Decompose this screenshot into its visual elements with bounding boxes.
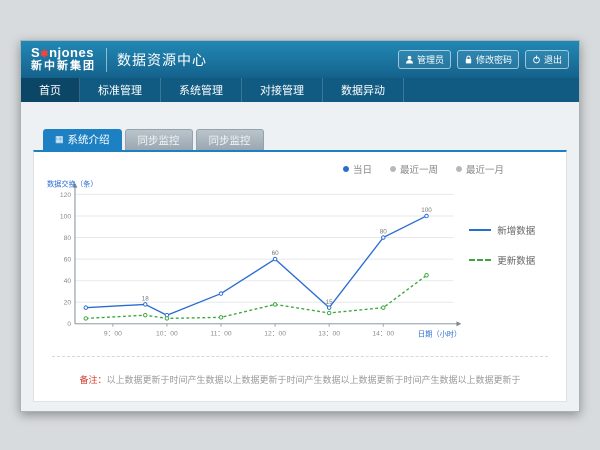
svg-text:60: 60 [64, 257, 72, 264]
logout-button-label: 退出 [544, 53, 562, 66]
company-name: 新中新集团 [31, 61, 96, 73]
time-range-legend: 当日 最近一周 最近一月 [343, 162, 504, 176]
svg-text:10：00: 10：00 [156, 330, 178, 337]
desktop-background: S✱njones 新中新集团 数据资源中心 管理员 修改密码 [0, 0, 600, 450]
app-header: S✱njones 新中新集团 数据资源中心 管理员 修改密码 [21, 41, 579, 78]
brand-logo: S✱njones 新中新集团 [31, 46, 96, 72]
admin-button[interactable]: 管理员 [398, 50, 451, 69]
nav-item-home[interactable]: 首页 [21, 78, 80, 102]
svg-text:13：00: 13：00 [318, 330, 340, 337]
remark-label: 备注： [79, 375, 106, 385]
chart-row: 0 20 40 60 80 100 120 9：00 10：00 11：00 12：00 13：00 1… [34, 152, 566, 348]
main-nav: 首页 标准管理 系统管理 对接管理 数据异动 [21, 78, 579, 102]
svg-text:14：00: 14：00 [372, 330, 394, 337]
nav-item-data-change[interactable]: 数据异动 [323, 78, 404, 102]
svg-text:日期（小时）: 日期（小时） [418, 329, 461, 338]
last-week-dot-icon [390, 166, 396, 172]
brand-name: S✱njones [31, 46, 96, 61]
svg-text:11：00: 11：00 [210, 330, 232, 337]
tab-bar: ▦ 系统介绍 同步监控 同步监控 [43, 129, 567, 150]
nav-item-connection-mgmt[interactable]: 对接管理 [242, 78, 323, 102]
power-icon [532, 55, 541, 64]
tab-sync-monitor-2[interactable]: 同步监控 [196, 129, 264, 150]
today-dot-icon [343, 166, 349, 172]
remark-text: 备注：以上数据更新于时间产生数据以上数据更新于时间产生数据以上数据更新于时间产生… [34, 373, 566, 386]
updated-data-line-icon [469, 259, 491, 261]
svg-text:60: 60 [272, 250, 279, 257]
svg-text:40: 40 [64, 278, 72, 285]
tab-system-intro-label: 系统介绍 [68, 132, 110, 147]
logo-star-icon: ✱ [40, 49, 49, 60]
change-password-label: 修改密码 [476, 53, 512, 66]
chart-panel: 当日 最近一周 最近一月 0 20 40 60 80 100 120 9：00 10：00 11：… [33, 150, 567, 402]
panel-divider [52, 356, 548, 357]
svg-text:20: 20 [64, 300, 72, 307]
legend-last-week[interactable]: 最近一周 [390, 162, 438, 176]
logout-button[interactable]: 退出 [525, 50, 569, 69]
last-month-dot-icon [456, 166, 462, 172]
line-chart: 0 20 40 60 80 100 120 9：00 10：00 11：00 12：00 13：00 1… [46, 176, 463, 348]
svg-text:80: 80 [380, 229, 387, 236]
svg-text:100: 100 [60, 213, 72, 220]
content-area: ▦ 系统介绍 同步监控 同步监控 当日 [21, 102, 579, 411]
admin-button-label: 管理员 [417, 53, 444, 66]
page-title: 数据资源中心 [117, 50, 207, 70]
svg-text:12：00: 12：00 [264, 330, 286, 337]
legend-updated-data[interactable]: 更新数据 [469, 253, 560, 267]
new-data-line-icon [469, 229, 491, 231]
tab-sync-monitor-2-label: 同步监控 [209, 133, 251, 148]
legend-last-month[interactable]: 最近一月 [456, 162, 504, 176]
svg-text:0: 0 [67, 321, 71, 328]
tab-system-intro[interactable]: ▦ 系统介绍 [43, 129, 122, 150]
legend-today[interactable]: 当日 [343, 162, 372, 176]
lock-icon [464, 55, 473, 64]
svg-text:15: 15 [326, 299, 333, 306]
svg-text:数据交换（条）: 数据交换（条） [47, 180, 98, 189]
legend-new-data[interactable]: 新增数据 [469, 223, 560, 237]
tab-sync-monitor-1[interactable]: 同步监控 [125, 129, 193, 150]
tab-sync-monitor-1-label: 同步监控 [138, 133, 180, 148]
grid-icon: ▦ [55, 135, 64, 144]
nav-item-standard-mgmt[interactable]: 标准管理 [80, 78, 161, 102]
series-legend: 新增数据 更新数据 [463, 176, 560, 348]
app-window: S✱njones 新中新集团 数据资源中心 管理员 修改密码 [20, 40, 580, 412]
nav-item-system-mgmt[interactable]: 系统管理 [161, 78, 242, 102]
svg-text:9：00: 9：00 [104, 330, 122, 337]
svg-text:80: 80 [64, 235, 72, 242]
svg-text:18: 18 [142, 296, 149, 303]
header-divider [106, 48, 107, 72]
svg-text:100: 100 [421, 207, 432, 214]
user-icon [405, 55, 414, 64]
svg-text:120: 120 [60, 192, 72, 199]
change-password-button[interactable]: 修改密码 [457, 50, 519, 69]
header-actions: 管理员 修改密码 退出 [398, 50, 569, 69]
